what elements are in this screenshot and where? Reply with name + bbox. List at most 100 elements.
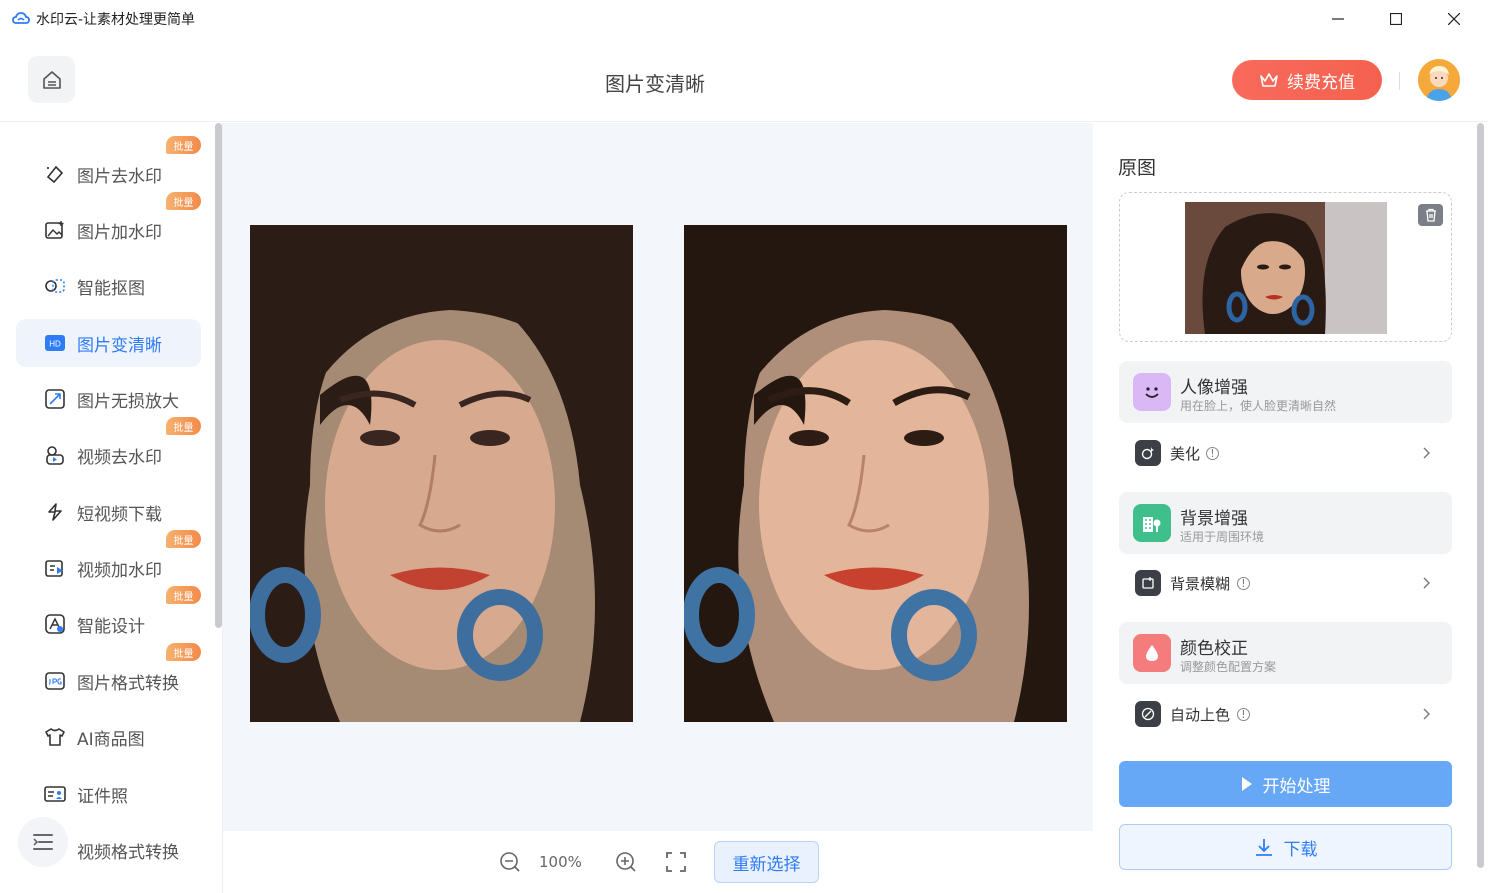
shirt-icon	[44, 726, 66, 748]
sidebar-item-id-photo[interactable]: 证件照	[16, 770, 201, 818]
sidebar-item-smart-design[interactable]: 智能设计 批量	[16, 586, 201, 648]
download-label: 下载	[1283, 839, 1318, 860]
feature-color-correction[interactable]: 颜色校正 调整颜色配置方案	[1119, 622, 1452, 684]
option-background-blur[interactable]: 背景模糊 !	[1119, 563, 1452, 603]
play-icon	[1241, 777, 1252, 791]
close-icon	[1448, 13, 1460, 25]
option-label: 美化	[1170, 444, 1201, 463]
sidebar-item-format-convert[interactable]: 图片格式转换 批量	[16, 643, 201, 705]
feature-name: 背景增强	[1180, 509, 1248, 529]
svg-text:HD: HD	[49, 340, 61, 349]
face-icon	[1133, 373, 1171, 411]
menu-icon	[33, 834, 53, 850]
renew-vip-button[interactable]: 续费充值	[1232, 60, 1382, 100]
info-icon[interactable]: !	[1237, 707, 1250, 721]
avatar-icon	[1418, 59, 1460, 101]
settings-panel: 原图 人像增强 用在脸上，使人脸更清晰自然 美化 ! 背景增强 适用于周围环境 …	[1093, 123, 1488, 893]
option-label: 自动上色	[1170, 705, 1231, 724]
minimize-button[interactable]	[1309, 0, 1367, 38]
option-auto-colorize[interactable]: 自动上色 !	[1119, 694, 1452, 734]
minimize-icon	[1332, 18, 1344, 20]
feature-portrait-enhance[interactable]: 人像增强 用在脸上，使人脸更清晰自然	[1119, 361, 1452, 423]
preview-toolbar: 100% 重新选择	[223, 831, 1093, 893]
batch-badge: 批量	[166, 417, 201, 435]
zoom-level: 100%	[539, 853, 582, 871]
batch-badge: 批量	[166, 643, 201, 661]
sidebar-item-label: 图片格式转换	[77, 673, 179, 694]
sidebar-scrollbar[interactable]	[215, 123, 222, 628]
info-icon[interactable]: !	[1237, 576, 1250, 590]
reselect-button[interactable]: 重新选择	[714, 841, 819, 883]
feature-desc: 适用于周围环境	[1180, 530, 1265, 544]
zoom-out-icon	[500, 852, 520, 872]
preview-canvas	[223, 123, 1093, 831]
id-card-icon	[44, 783, 66, 805]
sidebar-item-video-download[interactable]: 短视频下载	[16, 488, 201, 536]
batch-badge: 批量	[166, 136, 201, 154]
sidebar-item-video-remove-watermark[interactable]: 视频去水印 批量	[16, 417, 201, 479]
chevron-right-icon	[1423, 708, 1430, 720]
info-icon[interactable]: !	[1206, 446, 1219, 460]
expand-icon	[44, 388, 66, 410]
fullscreen-icon	[666, 852, 686, 872]
jpg-icon	[44, 670, 66, 692]
sidebar-item-cutout[interactable]: 智能抠图	[16, 262, 201, 310]
zoom-in-button[interactable]	[613, 849, 639, 875]
batch-badge: 批量	[166, 530, 201, 548]
title-bar: 水印云-让素材处理更简单	[0, 0, 1488, 38]
sidebar-item-ai-product[interactable]: AI商品图	[16, 713, 201, 761]
design-icon	[44, 613, 66, 635]
sidebar-item-upscale[interactable]: 图片无损放大	[16, 375, 201, 423]
original-image	[250, 225, 633, 722]
portrait-image-icon	[684, 225, 1067, 722]
sidebar-item-label: 短视频下载	[77, 504, 162, 525]
close-button[interactable]	[1425, 0, 1483, 38]
droplet-icon	[1133, 634, 1171, 672]
chevron-right-icon	[1423, 447, 1430, 459]
sidebar-item-label: 图片无损放大	[77, 391, 179, 412]
eraser-icon	[44, 163, 66, 185]
feature-desc: 用在脸上，使人脸更清晰自然	[1180, 399, 1337, 413]
sidebar-collapse-button[interactable]	[18, 817, 68, 867]
user-avatar[interactable]	[1418, 59, 1460, 101]
enhanced-image	[684, 225, 1067, 722]
sidebar-item-label: 视频格式转换	[77, 842, 179, 863]
zoom-out-button[interactable]	[497, 849, 523, 875]
sidebar-item-enhance[interactable]: HD 图片变清晰	[16, 319, 201, 367]
download-icon	[1255, 839, 1272, 856]
feature-name: 颜色校正	[1180, 639, 1248, 659]
app-logo-icon	[12, 12, 30, 24]
maximize-button[interactable]	[1367, 0, 1425, 38]
start-label: 开始处理	[1262, 776, 1331, 797]
panel-scrollbar[interactable]	[1477, 123, 1484, 868]
zoom-in-icon	[616, 852, 636, 872]
video-eraser-icon	[44, 444, 66, 466]
download-button[interactable]: 下载	[1119, 824, 1452, 870]
renew-vip-label: 续费充值	[1287, 72, 1355, 93]
option-beautify[interactable]: 美化 !	[1119, 433, 1452, 473]
sidebar-item-video-add-watermark[interactable]: 视频加水印 批量	[16, 530, 201, 592]
batch-badge: 批量	[166, 586, 201, 604]
feature-background-enhance[interactable]: 背景增强 适用于周围环境	[1119, 492, 1452, 554]
option-label: 背景模糊	[1170, 574, 1231, 593]
maximize-icon	[1390, 13, 1402, 25]
sidebar-item-label: 智能设计	[77, 616, 145, 637]
sidebar-item-label: 图片变清晰	[77, 335, 162, 356]
building-icon	[1133, 504, 1171, 542]
start-processing-button[interactable]: 开始处理	[1119, 761, 1452, 807]
sidebar-item-add-watermark[interactable]: 图片加水印 批量	[16, 192, 201, 254]
sidebar-item-label: 图片加水印	[77, 222, 162, 243]
chevron-right-icon	[1423, 577, 1430, 589]
trash-icon	[1425, 208, 1436, 222]
blur-icon	[1135, 570, 1161, 596]
sidebar-item-remove-watermark[interactable]: 图片去水印 批量	[16, 136, 201, 198]
app-header: 图片变清晰 续费充值	[0, 38, 1488, 122]
sidebar-item-label: 证件照	[77, 786, 128, 807]
cutout-icon	[44, 275, 66, 297]
sidebar-item-label: 视频去水印	[77, 447, 162, 468]
original-upload-box[interactable]	[1119, 192, 1452, 342]
sidebar-item-label: 智能抠图	[77, 278, 145, 299]
download-link-icon	[44, 501, 66, 523]
fit-screen-button[interactable]	[663, 849, 689, 875]
delete-image-button[interactable]	[1418, 204, 1443, 226]
